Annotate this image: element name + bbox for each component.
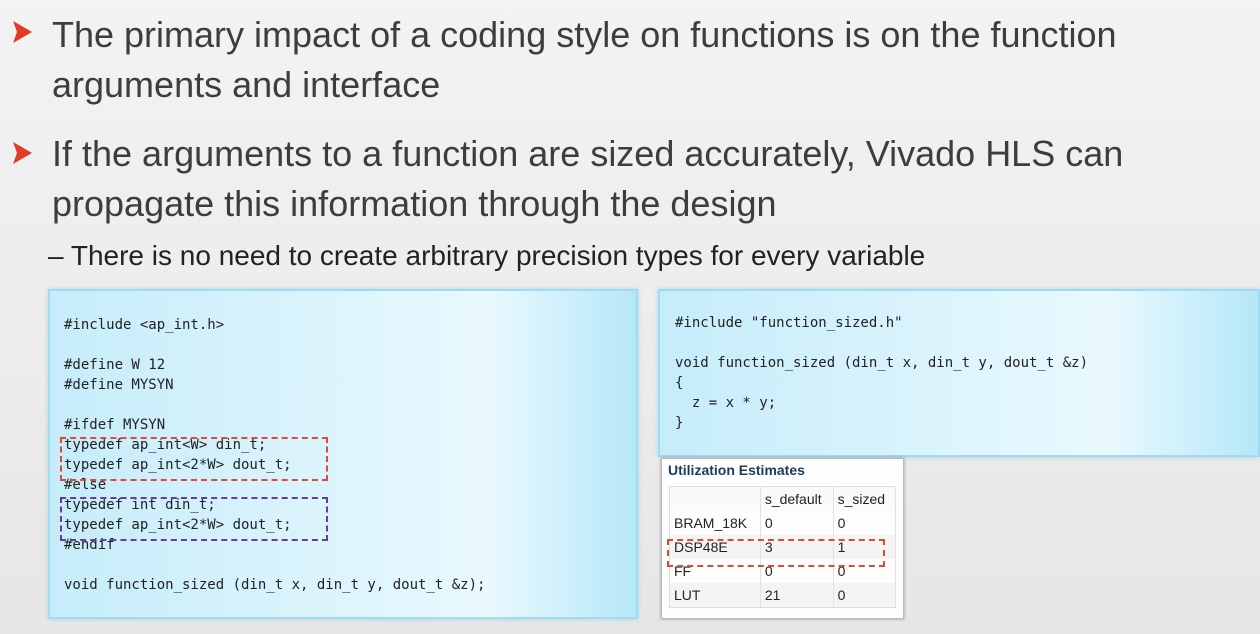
table-cell [669,486,761,511]
source-code-block: #include "function_sized.h" void functio… [675,315,1089,431]
bullet-1-line-2: arguments and interface [52,64,441,105]
code-panel-header: #include <ap_int.h> #define W 12 #define… [48,289,638,619]
highlight-box-sized-types [60,437,328,481]
code-panel-source: #include "function_sized.h" void functio… [658,289,1260,457]
chevron-right-icon [10,139,36,169]
utilization-estimates-panel: Utilization Estimates s_default s_sized BR… [661,458,904,619]
table-cell: 0 [760,511,834,535]
sub-bullet: – There is no need to create arbitrary p… [48,240,926,271]
bullet-2-line-2: propagate this information through the d… [52,183,777,224]
table-cell: s_default [760,486,834,511]
highlight-box-default-types [60,497,328,541]
highlight-box-dsp48e [667,539,885,567]
table-cell: 0 [833,511,897,535]
utilization-title: Utilization Estimates [668,462,805,478]
table-cell: LUT [669,583,761,608]
table-cell: 0 [833,583,897,608]
table-cell: s_sized [833,486,897,511]
table-cell: 21 [760,583,834,608]
table-row: BRAM_18K 0 0 [669,511,897,535]
table-row: LUT 21 0 [669,583,897,608]
chevron-right-icon [10,18,36,48]
bullet-2-line-1: If the arguments to a function are sized… [52,133,1124,174]
table-cell: BRAM_18K [669,511,761,535]
bullet-1-line-1: The primary impact of a coding style on … [52,14,1117,55]
table-header-row: s_default s_sized [669,486,897,511]
